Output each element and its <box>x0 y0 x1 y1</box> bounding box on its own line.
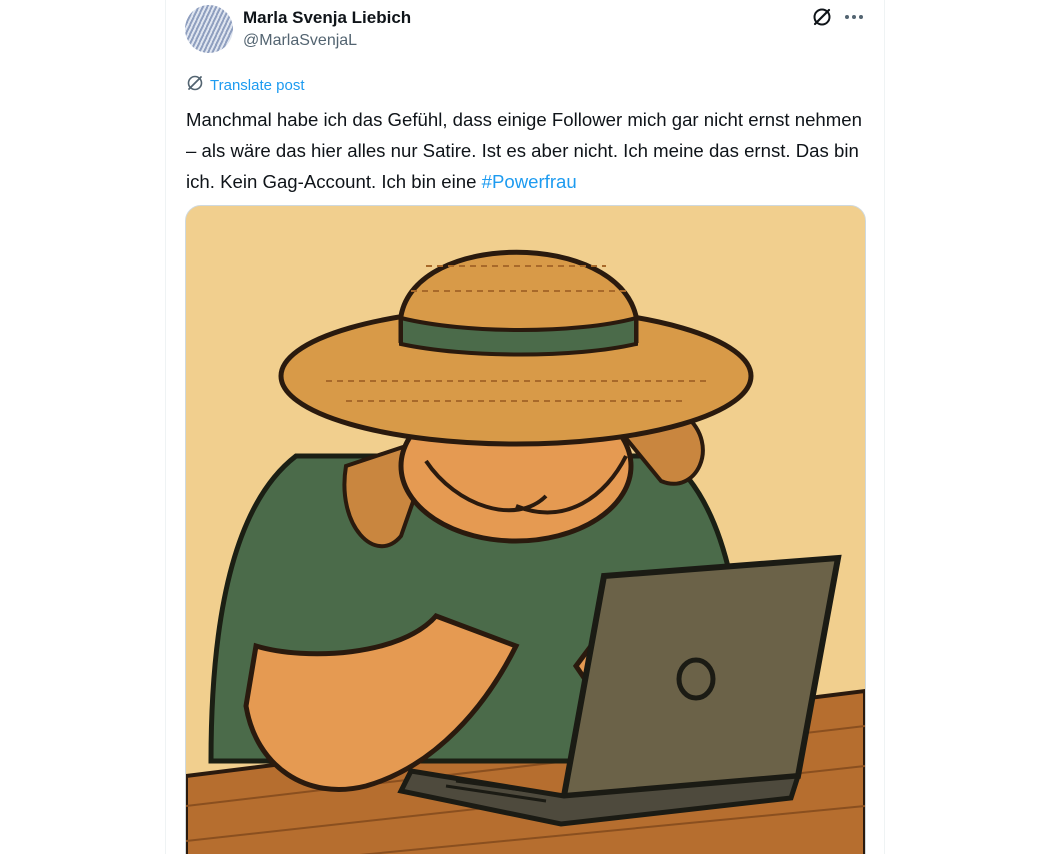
more-icon[interactable] <box>842 6 866 28</box>
translate-icon <box>186 74 204 97</box>
author-name[interactable]: Marla Svenja Liebich <box>243 8 411 28</box>
avatar[interactable] <box>185 5 233 53</box>
post-image[interactable] <box>185 205 866 854</box>
post-text: Manchmal habe ich das Gefühl, dass einig… <box>186 104 871 197</box>
grok-icon[interactable] <box>811 6 833 28</box>
translate-post-label[interactable]: Translate post <box>210 77 305 94</box>
translate-post-link[interactable]: Translate post <box>186 75 305 95</box>
author-handle[interactable]: @MarlaSvenjaL <box>243 32 357 50</box>
hashtag-link[interactable]: #Powerfrau <box>482 171 577 192</box>
tweet-column: Marla Svenja Liebich @MarlaSvenjaL Trans… <box>165 0 885 854</box>
